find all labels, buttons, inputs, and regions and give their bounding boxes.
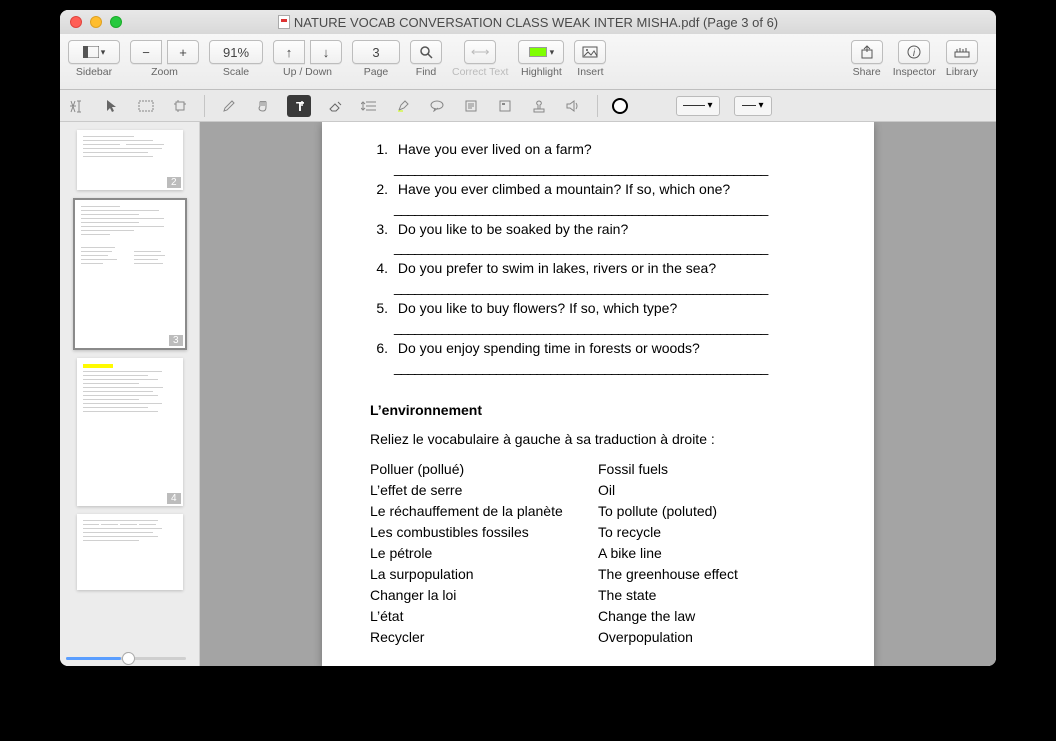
page-thumbnail[interactable]: 4 [77,358,183,506]
correct-label: Correct Text [452,66,508,78]
library-label: Library [946,66,978,78]
vocab-translation: Oil [598,481,826,500]
question-item: 3. Do you like to be soaked by the rain?… [370,220,826,258]
pencil-icon[interactable] [219,96,239,116]
find-label: Find [416,66,436,78]
page-thumbnail[interactable]: 2 [77,130,183,190]
vocab-term: L’effet de serre [370,481,598,500]
thumbnail-sidebar[interactable]: 2 3 [60,122,200,666]
hand-icon[interactable] [253,96,273,116]
page-badge: 3 [169,335,183,346]
document-viewport[interactable]: 1. Have you ever lived on a farm?_______… [200,122,996,666]
text-select-tool-icon[interactable] [68,96,88,116]
vocab-translation: A bike line [598,544,826,563]
vocab-translation: Overpopulation [598,628,826,647]
eraser-icon[interactable] [325,96,345,116]
question-item: 4. Do you prefer to swim in lakes, river… [370,259,826,297]
highlight-button[interactable]: ▾ [518,40,564,64]
sidebar-label: Sidebar [76,66,112,78]
note-icon[interactable] [461,96,481,116]
crop-icon[interactable] [170,96,190,116]
text-tool-icon[interactable]: T [287,95,311,117]
scale-label: Scale [223,66,249,78]
area-select-icon[interactable] [136,96,156,116]
stamp-icon[interactable] [529,96,549,116]
pdf-file-icon [278,15,290,29]
window-title: NATURE VOCAB CONVERSATION CLASS WEAK INT… [294,15,778,30]
zoom-in-button[interactable]: + [167,40,199,64]
correct-text-button: ⟷ [464,40,496,64]
question-item: 5. Do you like to buy flowers? If so, wh… [370,299,826,337]
page-thumbnail[interactable] [77,514,183,590]
sidebar-toggle-button[interactable]: ▾ [68,40,120,64]
question-item: 6. Do you enjoy spending time in forests… [370,339,826,377]
vocab-translation: To recycle [598,523,826,542]
page-content: 1. Have you ever lived on a farm?_______… [322,122,874,666]
titlebar: NATURE VOCAB CONVERSATION CLASS WEAK INT… [60,10,996,34]
annotation-toolbar: T ▾ ▾ [60,90,996,122]
inspector-button[interactable]: i [898,40,930,64]
zoom-out-button[interactable]: − [130,40,162,64]
highlight-label: Highlight [521,66,562,78]
vocab-right-column: Fossil fuels Oil To pollute (poluted) To re… [598,460,826,648]
vocab-translation: Change the law [598,607,826,626]
page-up-button[interactable]: ↑ [273,40,305,64]
shape-circle-icon[interactable] [612,98,628,114]
highlighter-icon[interactable] [393,96,413,116]
insert-button[interactable] [574,40,606,64]
zoom-label: Zoom [151,66,178,78]
vocab-term: Polluer (pollué) [370,460,598,479]
find-button[interactable] [410,40,442,64]
question-item: 1. Have you ever lived on a farm?_______… [370,140,826,178]
svg-text:T: T [296,99,304,113]
arrow-cursor-icon[interactable] [102,96,122,116]
scale-value-button[interactable]: 91% [209,40,263,64]
vocab-translation: The state [598,586,826,605]
vocab-term: Recycler [370,628,598,647]
page-number-field[interactable]: 3 [352,40,400,64]
line-spacing-icon[interactable] [359,96,379,116]
form-icon[interactable] [495,96,515,116]
question-item: 2. Have you ever climbed a mountain? If … [370,180,826,218]
vocab-term: La surpopulation [370,565,598,584]
vocab-term: Les combustibles fossiles [370,523,598,542]
thumbnail-size-slider[interactable] [66,657,186,660]
line-end-dropdown[interactable]: ▾ [734,96,772,116]
main-toolbar: ▾ Sidebar − + Zoom 91% Scale ↑ ↓ Up / Do… [60,34,996,90]
vocab-translation: To pollute (poluted) [598,502,826,521]
instruction-text: Reliez le vocabulaire à gauche à sa trad… [370,430,826,449]
vocab-term: Le réchauffement de la planète [370,502,598,521]
library-button[interactable] [946,40,978,64]
updown-label: Up / Down [283,66,332,78]
page-thumbnail-current[interactable]: 3 [73,198,187,350]
vocab-term: Le pétrole [370,544,598,563]
share-button[interactable] [851,40,883,64]
share-label: Share [853,66,881,78]
insert-label: Insert [577,66,603,78]
vocab-term: L’état [370,607,598,626]
vocab-term: Changer la loi [370,586,598,605]
page-badge: 2 [167,177,181,188]
vocab-translation: Fossil fuels [598,460,826,479]
sound-icon[interactable] [563,96,583,116]
app-window: NATURE VOCAB CONVERSATION CLASS WEAK INT… [60,10,996,666]
page-label: Page [364,66,389,78]
highlight-swatch-icon [529,47,547,57]
page-down-button[interactable]: ↓ [310,40,342,64]
vocab-left-column: Polluer (pollué) L’effet de serre Le récha… [370,460,598,648]
section-heading: L’environnement [370,401,826,420]
inspector-label: Inspector [893,66,936,78]
vocab-translation: The greenhouse effect [598,565,826,584]
speech-bubble-icon[interactable] [427,96,447,116]
stroke-style-dropdown[interactable]: ▾ [676,96,720,116]
page-badge: 4 [167,493,181,504]
